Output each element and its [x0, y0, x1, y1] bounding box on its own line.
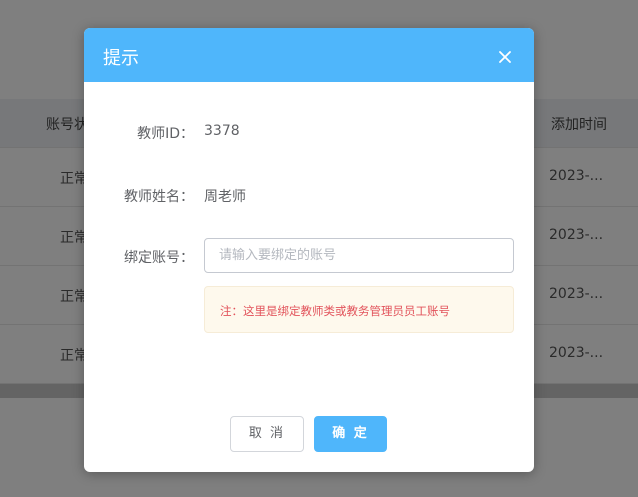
bind-account-input[interactable] — [204, 238, 514, 273]
bind-account-label: 绑定账号： — [124, 250, 194, 266]
cancel-button[interactable]: 取 消 — [230, 416, 304, 452]
close-icon[interactable] — [496, 48, 514, 66]
dialog-header: 提示 — [84, 28, 534, 82]
teacher-name-label: 教师姓名： — [124, 189, 194, 205]
confirm-button[interactable]: 确 定 — [314, 416, 387, 452]
dialog-title: 提示 — [103, 48, 139, 69]
teacher-id-value: 3378 — [204, 123, 240, 139]
page: 账号状 添加时间 正常 2023-... 正常 2023-... 正常 2023… — [0, 0, 638, 497]
teacher-id-label: 教师ID： — [137, 126, 194, 142]
bind-account-dialog: 提示 教师ID： 3378 教师姓名： 周老师 绑定账号： 注：这里是绑定教师类… — [84, 28, 534, 472]
notice-box: 注：这里是绑定教师类或教务管理员员工账号 — [204, 286, 514, 333]
teacher-name-value: 周老师 — [204, 189, 246, 205]
notice-text: 注：这里是绑定教师类或教务管理员员工账号 — [220, 304, 450, 318]
